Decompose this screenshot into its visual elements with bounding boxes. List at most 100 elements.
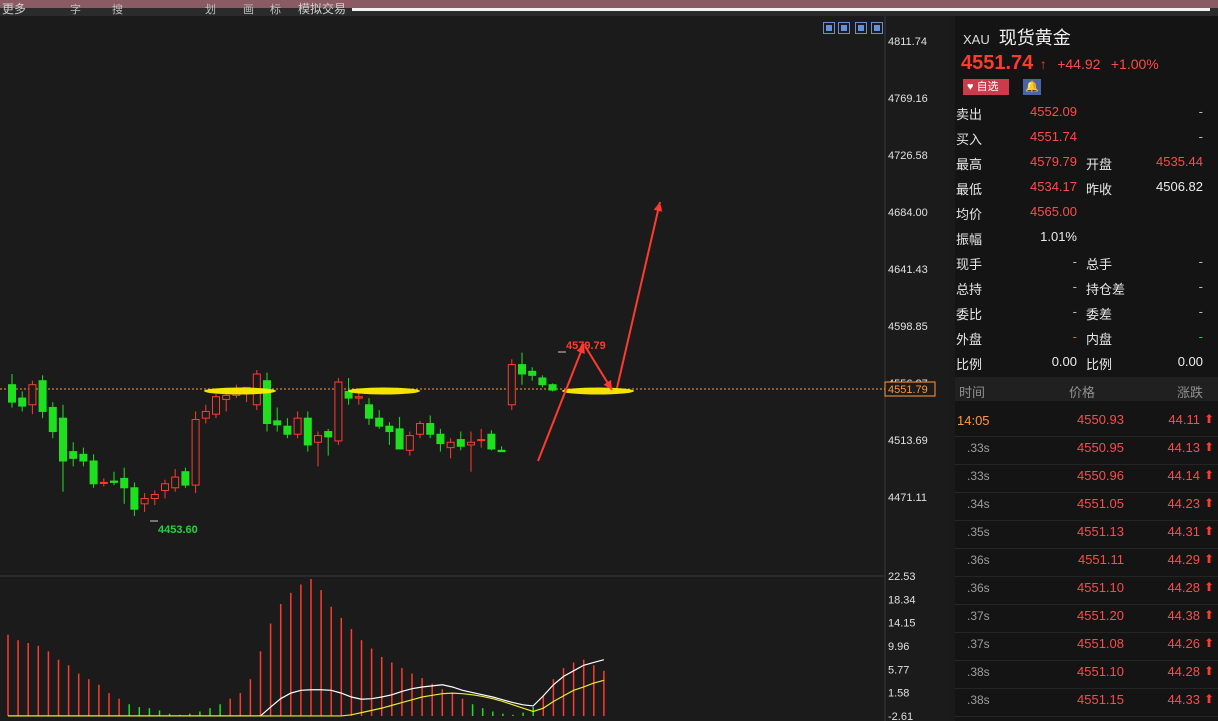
tick-change: 44.31 [1167,524,1200,539]
chart-area[interactable]: 4811.74 4769.16 4726.58 4684.00 4641.43 4598.… [0,16,950,721]
candle-body [89,460,98,485]
tick-price: 4551.11 [1077,552,1124,567]
quote-value: 4506.82 [1156,179,1203,194]
candle-body [201,410,210,419]
tick-row: .35s 4551.13 44.31 ⬆ [955,520,1218,549]
macd-tick-label: 5.77 [888,664,909,676]
tick-price: 4550.96 [1077,468,1124,483]
price-tick-label: 4513.69 [888,435,928,447]
tick-change: 44.38 [1167,608,1200,623]
tick-change: 44.29 [1167,552,1200,567]
candle-body [150,493,159,499]
tick-row: .36s 4551.10 44.28 ⬆ [955,576,1218,605]
annotation-arrow-1-shaft [537,343,585,462]
candle-body [314,435,322,443]
zoom-in-icon[interactable] [823,22,835,34]
tick-row: .37s 4551.08 44.26 ⬆ [955,632,1218,661]
text-tool-icon[interactable]: 字 [70,1,81,17]
tick-time: .38s [967,693,990,707]
search-icon[interactable]: 搜 [112,1,123,17]
tick-price: 4551.10 [1077,580,1124,595]
quote-row: 买入 4551.74 - [955,129,1218,154]
quote-row: 最低 4534.17 昨收 4506.82 [955,179,1218,204]
quote-label: 最高 [956,157,983,172]
tick-time: 14:05 [957,413,990,428]
ticks-header-change: 涨跌 [1177,385,1204,400]
tick-row: .36s 4551.11 44.29 ⬆ [955,548,1218,577]
add-watchlist-button[interactable]: ♥ 自选 [963,79,1009,95]
quote-value: 4579.79 [1030,154,1077,169]
quote-row: 振幅 1.01% [955,229,1218,254]
quote-label: 振幅 [956,232,983,247]
tick-row: .33s 4550.95 44.13 ⬆ [955,436,1218,465]
tick-row: 14:05 4550.93 44.11 ⬆ [955,408,1218,437]
quote-label: 比例 [956,357,983,372]
candle-body [497,449,506,453]
candle-body [456,439,465,447]
toolbar-more[interactable]: 更多 [2,0,26,17]
quote-label: 现手 [956,257,983,272]
candle-body [120,477,129,489]
candle-body [130,487,139,510]
ticks-header-price: 价格 [1069,385,1096,400]
candle-body [375,417,384,427]
candle-body [538,377,547,386]
tick-time: .38s [967,665,990,679]
quote-value: - [1198,279,1203,294]
price-change-percent: +1.00% [1110,56,1159,72]
candle-body [110,480,118,483]
quote-value: 4534.17 [1030,179,1077,194]
candle-body [191,419,200,486]
instrument-name: 现货黄金 [998,28,1071,48]
candle-body [426,423,435,435]
candle-body [293,417,302,435]
macd-tick-label: 14.15 [888,618,916,630]
tick-price: 4551.08 [1077,636,1124,651]
fullscreen-icon[interactable] [871,22,883,34]
quote-value: - [1072,254,1077,269]
candle-body [507,364,516,406]
tick-price: 4551.13 [1077,524,1124,539]
quote-row: 比例 0.00 比例 0.00 [955,354,1218,379]
candle-body [487,433,496,450]
quote-panel: XAU 现货黄金 4551.74 ↑ +44.92 +1.00% ♥ 自选 🔔 … [955,16,1218,721]
tick-time: .37s [967,637,990,651]
quote-value: - [1198,304,1203,319]
macd-tick-label: -2.61 [888,711,913,721]
quote-value: 4551.74 [1030,129,1077,144]
simulate-trade-button[interactable]: 模拟交易 [298,0,346,17]
mark-icon[interactable]: 标 [270,1,281,17]
tick-row: .34s 4551.05 44.23 ⬆ [955,492,1218,521]
arrow-up-icon: ⬆ [1203,692,1214,706]
kline-chart[interactable]: 4811.74 4769.16 4726.58 4684.00 4641.43 4598.… [0,16,950,721]
quote-row: 均价 4565.00 [955,204,1218,229]
arrow-up-icon: ⬆ [1203,636,1214,650]
candle-body [48,406,57,433]
quote-label: 卖出 [956,107,983,122]
draw-line-icon[interactable]: 划 [205,1,216,17]
price-tick-label: 4641.43 [888,264,928,276]
tick-time: .36s [967,553,990,567]
candle-body [8,384,16,403]
tick-change: 44.13 [1167,440,1200,455]
bell-icon[interactable]: 🔔 [1023,79,1041,95]
quote-row: 委比 - 委差 - [955,304,1218,329]
tick-row: .38s 4551.10 44.28 ⬆ [955,660,1218,689]
zoom-out-icon[interactable] [838,22,850,34]
tick-time: .36s [967,581,990,595]
macd-dif-line [8,659,605,717]
candle-body [69,451,78,459]
tick-time: .33s [967,469,990,483]
tick-change: 44.33 [1167,692,1200,707]
candle-body [18,397,27,407]
candle-body [283,425,292,435]
quote-value: 0.00 [1051,354,1077,369]
quote-value: - [1072,329,1077,344]
macd-tick-label: 22.53 [888,571,916,583]
move-left-icon[interactable] [855,22,867,34]
top-toolbar: 更多 字 搜 划 画 标 模拟交易 [0,0,1218,16]
draw-shape-icon[interactable]: 画 [243,1,254,17]
candle-body [334,381,343,442]
candle-body [28,384,37,406]
candle-body [385,425,394,433]
